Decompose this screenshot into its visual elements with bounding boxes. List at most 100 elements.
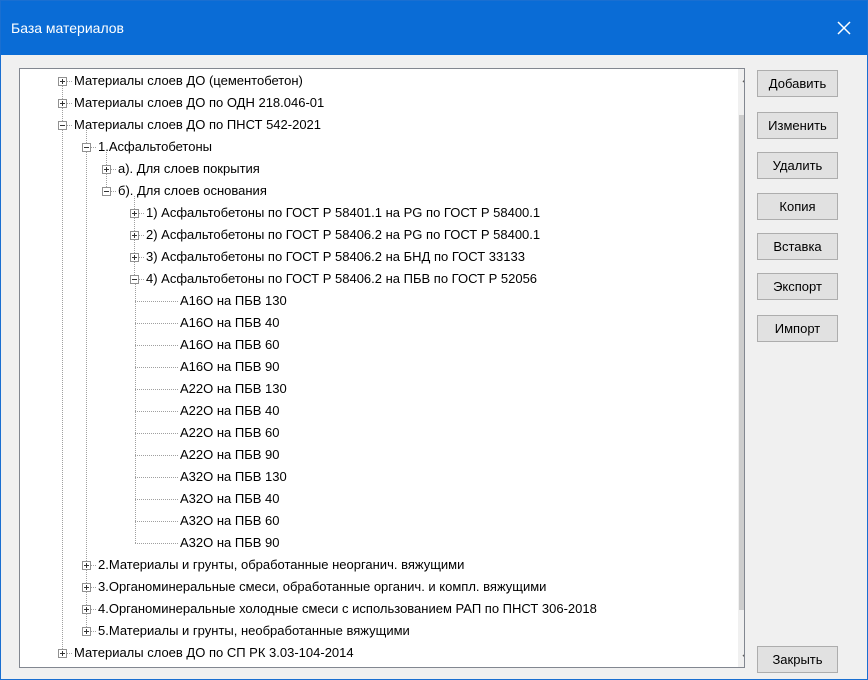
tree-guide-line: [139, 235, 144, 236]
tree-node-label: А16О на ПБВ 130: [180, 293, 287, 308]
add-button[interactable]: Добавить: [757, 70, 838, 97]
scroll-thumb[interactable]: [739, 115, 744, 610]
tree-node[interactable]: 2) Асфальтобетоны по ГОСТ Р 58406.2 на P…: [20, 224, 720, 246]
collapse-minus-icon[interactable]: [102, 187, 111, 196]
tree-leaf-item[interactable]: А16О на ПБВ 90: [20, 356, 720, 378]
tree-guide-line: [135, 411, 178, 412]
tree-node[interactable]: 3) Асфальтобетоны по ГОСТ Р 58406.2 на Б…: [20, 246, 720, 268]
tree-guide-line: [67, 125, 72, 126]
tree-node[interactable]: 1.Асфальтобетоны: [20, 136, 720, 158]
expand-plus-icon[interactable]: [130, 253, 139, 262]
tree-guide-line: [111, 191, 116, 192]
tree-guide-line: [135, 455, 178, 456]
scroll-down-button[interactable]: [738, 647, 744, 667]
copy-button[interactable]: Копия: [757, 193, 838, 220]
expand-plus-icon[interactable]: [82, 561, 91, 570]
tree-guide-line: [135, 433, 178, 434]
tree-node[interactable]: Материалы слоев ДО по ОДН 218.046-01: [20, 92, 720, 114]
expand-plus-icon[interactable]: [82, 583, 91, 592]
tree-node-label: А32О на ПБВ 130: [180, 469, 287, 484]
tree-node[interactable]: 5.Материалы и грунты, необработанные вяж…: [20, 620, 720, 642]
tree-node[interactable]: Материалы слоев ДО по СП РК 3.03-104-201…: [20, 642, 720, 664]
tree-guide-line: [135, 543, 178, 544]
tree-guide-line: [135, 389, 178, 390]
window-title: База материалов: [11, 20, 124, 36]
tree-node-label: А16О на ПБВ 40: [180, 315, 280, 330]
tree-leaf-item[interactable]: А32О на ПБВ 40: [20, 488, 720, 510]
tree-guide-line: [139, 279, 144, 280]
tree-leaf-item[interactable]: А32О на ПБВ 130: [20, 466, 720, 488]
tree-guide-line: [135, 301, 178, 302]
tree-guide-line: [91, 565, 96, 566]
tree-node-label: А22О на ПБВ 40: [180, 403, 280, 418]
tree-leaf-item[interactable]: А22О на ПБВ 130: [20, 378, 720, 400]
tree-leaf-item[interactable]: А16О на ПБВ 130: [20, 290, 720, 312]
collapse-minus-icon[interactable]: [58, 121, 67, 130]
tree-node[interactable]: 3.Органоминеральные смеси, обработанные …: [20, 576, 720, 598]
expand-plus-icon[interactable]: [102, 165, 111, 174]
tree-node-label: Материалы слоев ДО по ОДН 218.046-01: [74, 95, 325, 110]
tree-guide-line: [139, 213, 144, 214]
tree-leaf-item[interactable]: А16О на ПБВ 40: [20, 312, 720, 334]
materials-dialog: База материалов Материалы слоев ДО (цеме…: [0, 0, 868, 680]
materials-tree[interactable]: Материалы слоев ДО (цементобетон) Материа…: [19, 68, 745, 668]
tree-node[interactable]: Материалы слоев ДО (цементобетон): [20, 70, 720, 92]
tree-guide-line: [135, 499, 178, 500]
expand-plus-icon[interactable]: [58, 649, 67, 658]
tree-guide-line: [139, 257, 144, 258]
tree-node[interactable]: а). Для слоев покрытия: [20, 158, 720, 180]
tree-node-label: 2) Асфальтобетоны по ГОСТ Р 58406.2 на P…: [146, 227, 541, 242]
tree-node-label: А22О на ПБВ 130: [180, 381, 287, 396]
edit-button[interactable]: Изменить: [757, 112, 838, 139]
delete-button[interactable]: Удалить: [757, 152, 838, 179]
title-bar: База материалов: [1, 1, 867, 55]
tree-node-label: А32О на ПБВ 60: [180, 513, 280, 528]
tree-node-label: 2.Материалы и грунты, обработанные неорг…: [98, 557, 465, 572]
tree-guide-line: [67, 103, 72, 104]
tree-leaf-item[interactable]: А32О на ПБВ 90: [20, 532, 720, 554]
tree-node[interactable]: Материалы слоев ДО по ПНСТ 542-2021: [20, 114, 720, 136]
tree-leaf-item[interactable]: А22О на ПБВ 90: [20, 444, 720, 466]
expand-plus-icon[interactable]: [130, 209, 139, 218]
expand-plus-icon[interactable]: [58, 77, 67, 86]
export-button[interactable]: Экспорт: [757, 273, 838, 300]
tree-node[interactable]: 4) Асфальтобетоны по ГОСТ Р 58406.2 на П…: [20, 268, 720, 290]
tree-node-label: Материалы слоев ДО по ПНСТ 542-2021: [74, 117, 322, 132]
tree-node-label: А22О на ПБВ 60: [180, 425, 280, 440]
tree-leaf-item[interactable]: А22О на ПБВ 60: [20, 422, 720, 444]
tree-node-label: А16О на ПБВ 60: [180, 337, 280, 352]
tree-guide-line: [135, 367, 178, 368]
tree-node[interactable]: 2.Материалы и грунты, обработанные неорг…: [20, 554, 720, 576]
tree-guide-line: [135, 323, 178, 324]
tree-guide-line: [91, 631, 96, 632]
collapse-minus-icon[interactable]: [82, 143, 91, 152]
tree-leaf-item[interactable]: А22О на ПБВ 40: [20, 400, 720, 422]
close-window-button[interactable]: [821, 1, 867, 55]
expand-plus-icon[interactable]: [130, 231, 139, 240]
expand-plus-icon[interactable]: [58, 99, 67, 108]
expand-plus-icon[interactable]: [82, 605, 91, 614]
tree-node[interactable]: 1) Асфальтобетоны по ГОСТ Р 58401.1 на P…: [20, 202, 720, 224]
tree-node-label: А32О на ПБВ 40: [180, 491, 280, 506]
expand-plus-icon[interactable]: [82, 627, 91, 636]
tree-node-label: А16О на ПБВ 90: [180, 359, 280, 374]
tree-leaf-item[interactable]: А32О на ПБВ 60: [20, 510, 720, 532]
tree-node-label: 1) Асфальтобетоны по ГОСТ Р 58401.1 на P…: [146, 205, 541, 220]
tree-guide-line: [67, 653, 72, 654]
paste-button[interactable]: Вставка: [757, 233, 838, 260]
tree-guide-line: [67, 81, 72, 82]
tree-leaf-item[interactable]: А16О на ПБВ 60: [20, 334, 720, 356]
collapse-minus-icon[interactable]: [130, 275, 139, 284]
import-button[interactable]: Импорт: [757, 315, 838, 342]
close-button[interactable]: Закрыть: [757, 646, 838, 673]
tree-node-label: 4) Асфальтобетоны по ГОСТ Р 58406.2 на П…: [146, 271, 538, 286]
tree-node-label: 3) Асфальтобетоны по ГОСТ Р 58406.2 на Б…: [146, 249, 525, 264]
tree-node-label: 5.Материалы и грунты, необработанные вяж…: [98, 623, 410, 638]
tree-node-label: Материалы слоев ДО (цементобетон): [74, 73, 303, 88]
scroll-up-button[interactable]: [738, 69, 744, 89]
tree-guide-line: [91, 147, 96, 148]
tree-node[interactable]: 4.Органоминеральные холодные смеси с исп…: [20, 598, 720, 620]
tree-guide-line: [135, 477, 178, 478]
vertical-scrollbar[interactable]: [738, 69, 744, 667]
tree-node[interactable]: б). Для слоев основания: [20, 180, 720, 202]
